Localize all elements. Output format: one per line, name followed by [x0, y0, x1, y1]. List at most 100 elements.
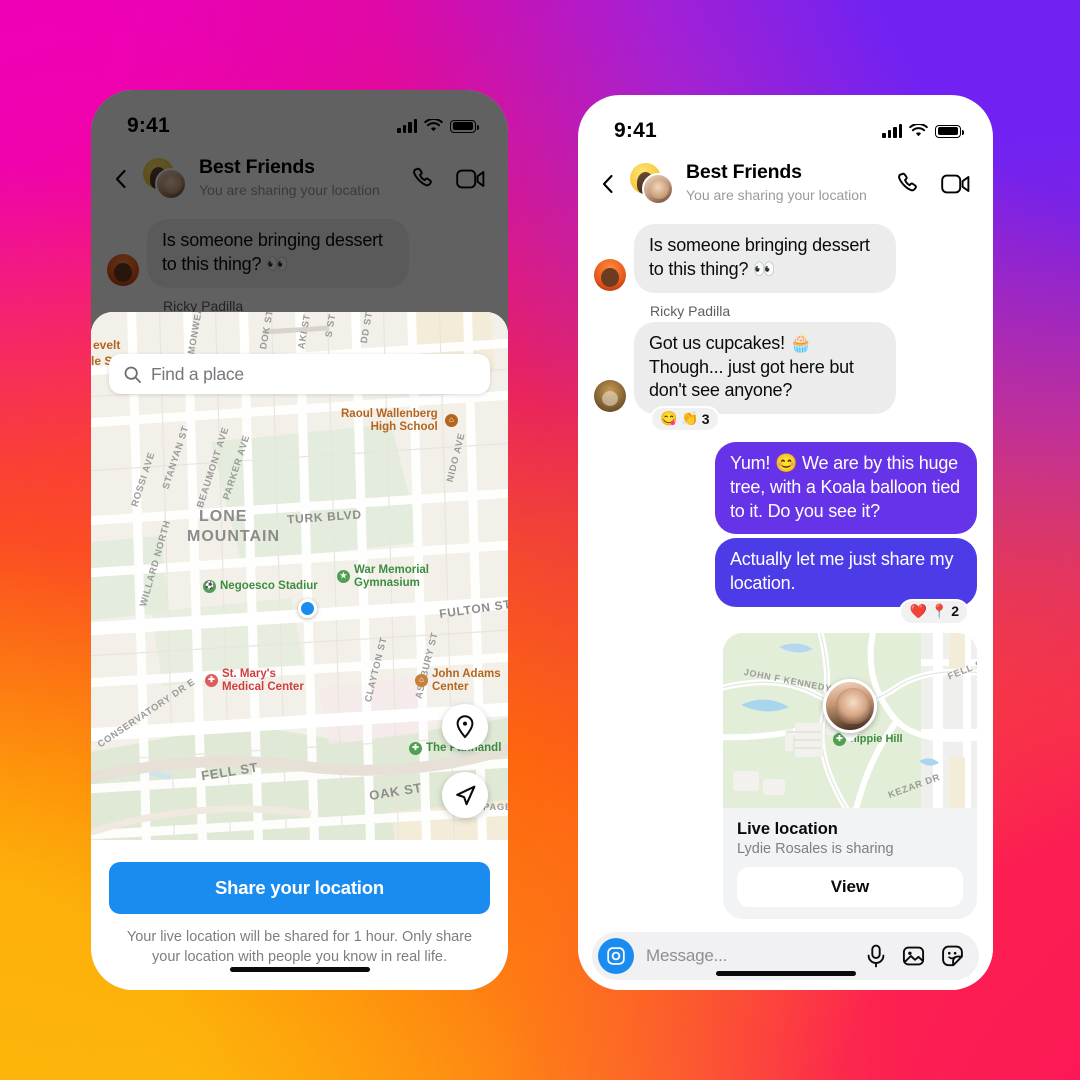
photo-library-icon[interactable]: [901, 944, 926, 968]
status-time: 9:41: [614, 119, 657, 142]
header-actions: [894, 170, 971, 197]
wifi-icon: [424, 119, 443, 132]
message-row: Got us cupcakes! 🧁 Though... just got he…: [594, 321, 977, 415]
reaction-pill[interactable]: 😋 👏 3: [650, 406, 720, 433]
park-icon: ✚: [409, 742, 422, 755]
phone-call-icon[interactable]: [409, 165, 436, 192]
place-picker-button[interactable]: [442, 704, 488, 750]
battery-full-icon: [935, 124, 964, 138]
reaction-count: 2: [951, 603, 959, 620]
view-location-button[interactable]: View: [737, 866, 963, 907]
poi-label: Negoesco Stadiur: [220, 580, 318, 593]
message-list-left: Is someone bringing dessert to this thin…: [91, 213, 508, 314]
school-icon: ⌂: [444, 414, 458, 428]
chat-title-block[interactable]: Best Friends You are sharing your locati…: [686, 161, 884, 206]
home-indicator: [715, 971, 856, 976]
camera-button[interactable]: [598, 938, 634, 974]
message-bubble[interactable]: Is someone bringing dessert to this thin…: [147, 219, 409, 288]
home-indicator: [229, 967, 370, 972]
message-row: Is someone bringing dessert to this thin…: [594, 224, 977, 293]
district-label: MOUNTAIN: [187, 528, 281, 545]
gym-icon: ★: [337, 570, 350, 584]
live-location-subtitle: Lydie Rosales is sharing: [737, 840, 894, 857]
live-location-card[interactable]: JOHN F KENNEDY DR FELL S KEZAR DR ✚ hipp…: [723, 632, 977, 919]
chat-header: Best Friends You are sharing your locati…: [578, 153, 993, 218]
stadium-icon: ⚽: [203, 580, 216, 593]
message-bubble[interactable]: Actually let me just share my location.: [715, 538, 977, 607]
search-input[interactable]: Find a place: [109, 354, 490, 394]
chat-subtitle: You are sharing your location: [686, 187, 867, 204]
live-location-title: Live location: [737, 819, 838, 838]
search-placeholder: Find a place: [151, 363, 244, 384]
avatar-front: [642, 172, 674, 205]
map-pin-icon: [456, 715, 474, 739]
hospital-icon: ✚: [205, 674, 218, 688]
message-list: Is someone bringing dessert to this thin…: [578, 218, 993, 919]
current-location-dot: [298, 599, 317, 618]
reaction-count: 3: [701, 410, 710, 427]
message-bubble[interactable]: Yum! 😊 We are by this huge tree, with a …: [715, 442, 977, 535]
phone-call-icon[interactable]: [894, 170, 921, 197]
message-row: Is someone bringing dessert to this thin…: [107, 219, 492, 288]
poi-negoesco-stadium[interactable]: ⚽ Negoesco Stadiur: [203, 580, 318, 593]
back-chevron-icon[interactable]: [596, 172, 620, 196]
video-camera-icon[interactable]: [941, 172, 971, 196]
poi-raoul-wallenberg[interactable]: Raoul Wallenberg High School ⌂: [341, 408, 458, 433]
reaction-emojis: ❤️ 📍: [909, 602, 949, 619]
poi-st-marys[interactable]: ✚ St. Mary's Medical Center: [205, 668, 304, 693]
cellular-bars-icon: [882, 124, 902, 138]
status-indicators: [882, 124, 964, 138]
phone-left-location-sharing: 9:41 Best Friends You are sharing your l…: [91, 90, 508, 990]
share-location-panel: Share your location Your live location w…: [91, 840, 508, 990]
street-label: PAGE: [483, 802, 508, 813]
share-location-button[interactable]: Share your location: [109, 862, 490, 914]
poi-label: evelt: [93, 338, 121, 352]
group-avatar[interactable]: [630, 162, 674, 205]
poi-war-memorial-gym[interactable]: ★ War Memorial Gymnasium: [337, 564, 429, 589]
school-icon: ⌂: [415, 674, 428, 688]
avatar: [594, 258, 626, 291]
battery-full-icon: [450, 119, 479, 133]
chat-header: Best Friends You are sharing your locati…: [91, 148, 508, 213]
district-label: LONE: [199, 508, 248, 525]
locate-me-button[interactable]: [442, 772, 488, 818]
avatar-front: [155, 167, 187, 200]
poi-label: hippie Hill: [850, 733, 903, 746]
video-camera-icon[interactable]: [456, 167, 486, 191]
composer-icons: [865, 944, 965, 968]
back-chevron-icon[interactable]: [109, 167, 133, 191]
poi-john-adams[interactable]: ⌂ John Adams Center: [415, 668, 501, 693]
share-disclaimer: Your live location will be shared for 1 …: [126, 929, 473, 965]
message-bubble[interactable]: Is someone bringing dessert to this thin…: [634, 224, 896, 293]
header-actions: [409, 165, 486, 192]
chat-title-block[interactable]: Best Friends You are sharing your locati…: [199, 156, 399, 201]
page-title: Best Friends: [199, 156, 315, 178]
microphone-icon[interactable]: [865, 944, 887, 968]
message-composer: Message...: [578, 932, 993, 990]
message-input[interactable]: Message...: [646, 946, 853, 966]
search-icon: [124, 366, 142, 383]
status-bar: 9:41: [91, 90, 508, 148]
sticker-icon[interactable]: [940, 944, 965, 968]
lydie-avatar: [823, 679, 877, 734]
status-indicators: [397, 119, 479, 133]
wifi-icon: [909, 124, 928, 137]
live-location-info: Live location Lydie Rosales is sharing V…: [723, 808, 977, 919]
navigation-arrow-icon: [455, 785, 475, 805]
avatar: [594, 380, 626, 413]
location-picker-sheet: COMMONWEALTH DOK ST AKI ST S ST DD ST ev…: [91, 312, 508, 990]
status-time: 9:41: [127, 114, 170, 137]
sender-label: Ricky Padilla: [650, 302, 731, 319]
live-location-map[interactable]: JOHN F KENNEDY DR FELL S KEZAR DR ✚ hipp…: [723, 632, 977, 808]
camera-icon: [607, 947, 625, 965]
avatar: [107, 253, 139, 286]
message-row: Yum! 😊 We are by this huge tree, with a …: [594, 442, 977, 535]
phone-right-conversation: 9:41 Best Friends You are sharing your l…: [578, 95, 993, 990]
message-bubble[interactable]: Got us cupcakes! 🧁 Though... just got he…: [634, 321, 896, 415]
cellular-bars-icon: [397, 119, 417, 133]
page-title: Best Friends: [686, 161, 802, 183]
reaction-emojis: 😋 👏: [660, 410, 699, 427]
message-row: Actually let me just share my location.: [594, 538, 977, 607]
group-avatar[interactable]: [143, 157, 187, 200]
reaction-pill[interactable]: ❤️ 📍 2: [899, 598, 969, 625]
